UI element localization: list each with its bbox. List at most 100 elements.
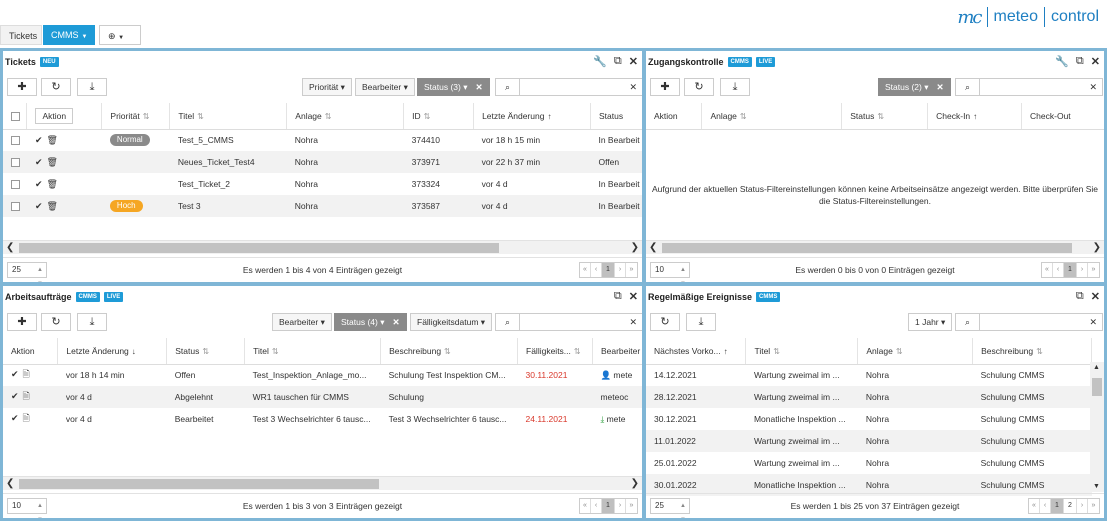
col-title[interactable]: Titel ⇅ [745, 338, 859, 365]
col-editor[interactable]: Bearbeiter [592, 338, 642, 365]
refresh-button[interactable]: ↻ [41, 313, 71, 331]
export-button[interactable]: ⤓ [720, 78, 750, 96]
page-button[interactable]: 1 [602, 499, 615, 513]
range-filter[interactable]: 1 Jahr ▾ [908, 313, 953, 331]
prev-page-button[interactable]: ‹ [591, 263, 602, 277]
trash-icon[interactable]: 🗑 [47, 179, 58, 190]
scroll-down-icon[interactable]: ▼ [1093, 483, 1100, 490]
page-button[interactable]: 2 [1064, 499, 1077, 513]
row-checkbox[interactable] [3, 151, 27, 173]
row-checkbox[interactable] [3, 195, 27, 217]
col-title[interactable]: Titel ⇅ [244, 338, 382, 365]
col-last-change[interactable]: Letzte Änderung ↓ [57, 338, 168, 365]
col-title[interactable]: Titel ⇅ [169, 103, 288, 130]
col-next-occurrence[interactable]: Nächstes Vorko... ↑ [646, 338, 747, 365]
horizontal-scrollbar[interactable]: ❮ ❯ [646, 240, 1104, 254]
clear-search-icon[interactable]: ✕ [629, 314, 637, 330]
scroll-right-icon[interactable]: ❯ [631, 241, 639, 255]
trash-icon[interactable]: 🗑 [47, 157, 58, 168]
check-icon[interactable]: ✔ [11, 369, 19, 380]
scroll-left-icon[interactable]: ❮ [6, 241, 14, 255]
check-icon[interactable]: ✔ [11, 413, 19, 424]
scroll-thumb[interactable] [19, 243, 499, 253]
col-plant[interactable]: Anlage ⇅ [286, 103, 405, 130]
status-filter[interactable]: Status (2) ▾ ✕ [878, 78, 951, 96]
table-row[interactable]: ✔ 🗑 Normal Test_5_CMMS Nohra 374410 vor 1… [3, 129, 642, 151]
close-icon[interactable]: ✕ [1091, 55, 1100, 68]
prev-page-button[interactable]: ‹ [591, 499, 602, 513]
table-row[interactable]: 14.12.2021 Wartung zweimal im ... Nohra … [646, 364, 1092, 386]
export-button[interactable]: ⤓ [77, 78, 107, 96]
page-button[interactable]: 1 [1064, 263, 1077, 277]
last-page-button[interactable]: » [626, 499, 637, 513]
col-last-change[interactable]: Letzte Änderung ↑ [473, 103, 591, 130]
add-button[interactable]: ✚ [7, 313, 37, 331]
vertical-scrollbar[interactable]: ▲ ▼ [1090, 362, 1104, 492]
refresh-button[interactable]: ↻ [41, 78, 71, 96]
table-row[interactable]: 28.12.2021 Wartung zweimal im ... Nohra … [646, 386, 1092, 408]
row-checkbox[interactable] [3, 173, 27, 195]
col-status[interactable]: Status [590, 103, 642, 130]
first-page-button[interactable]: « [1029, 499, 1040, 513]
col-action[interactable]: Aktion [3, 338, 59, 365]
col-action[interactable]: Aktion [646, 103, 703, 130]
refresh-button[interactable]: ↻ [684, 78, 714, 96]
col-priority[interactable]: Priorität ⇅ [101, 103, 171, 130]
table-row[interactable]: ✔ 🗎 vor 4 d Bearbeitet Test 3 Wechselrich… [3, 408, 642, 430]
add-button[interactable]: ✚ [7, 78, 37, 96]
last-page-button[interactable]: » [1088, 499, 1099, 513]
clear-filter-icon[interactable]: ✕ [476, 82, 483, 92]
first-page-button[interactable]: « [580, 499, 591, 513]
col-due-date[interactable]: Fälligkeits... ⇅ [517, 338, 593, 365]
prev-page-button[interactable]: ‹ [1053, 263, 1064, 277]
first-page-button[interactable]: « [1042, 263, 1053, 277]
col-status[interactable]: Status ⇅ [841, 103, 929, 130]
window-restore-icon[interactable]: ⧉ [1076, 290, 1084, 303]
scroll-right-icon[interactable]: ❯ [1093, 241, 1101, 255]
table-row[interactable]: ✔ 🗑 Test_Ticket_2 Nohra 373324 vor 4 d In… [3, 173, 642, 195]
priority-filter[interactable]: Priorität ▾ [302, 78, 352, 96]
check-icon[interactable]: ✔ [35, 201, 43, 212]
clear-filter-icon[interactable]: ✕ [393, 317, 400, 327]
col-check-in[interactable]: Check-In ↑ [927, 103, 1023, 130]
last-page-button[interactable]: » [1088, 263, 1099, 277]
table-row[interactable]: ✔ 🗎 vor 4 d Abgelehnt WR1 tauschen für CM… [3, 386, 642, 408]
action-select[interactable]: Aktion [35, 107, 74, 124]
title-cell[interactable]: Test_Ticket_2 [170, 173, 287, 195]
check-icon[interactable]: ✔ [35, 135, 43, 146]
prev-page-button[interactable]: ‹ [1040, 499, 1051, 513]
scroll-left-icon[interactable]: ❮ [649, 241, 657, 255]
table-row[interactable]: 11.01.2022 Wartung zweimal im ... Nohra … [646, 430, 1092, 452]
last-page-button[interactable]: » [626, 263, 637, 277]
col-description[interactable]: Beschreibung ⇅ [380, 338, 519, 365]
page-button[interactable]: 1 [1051, 499, 1064, 513]
close-icon[interactable]: ✕ [629, 55, 638, 68]
title-cell[interactable]: Wartung zweimal im ... [745, 430, 858, 452]
tab-cmms[interactable]: CMMS ▼ [43, 25, 95, 45]
next-page-button[interactable]: › [1077, 263, 1088, 277]
due-date-filter[interactable]: Fälligkeitsdatum ▾ [410, 313, 493, 331]
horizontal-scrollbar[interactable]: ❮ ❯ [3, 476, 642, 490]
table-row[interactable]: 30.12.2021 Monatliche Inspektion ... Noh… [646, 408, 1092, 430]
title-cell[interactable]: Wartung zweimal im ... [746, 452, 858, 474]
window-restore-icon[interactable]: ⧉ [614, 55, 622, 68]
scroll-up-icon[interactable]: ▲ [1093, 364, 1100, 371]
scroll-right-icon[interactable]: ❯ [631, 477, 639, 491]
col-description[interactable]: Beschreibung ⇅ [972, 338, 1092, 365]
clear-search-icon[interactable]: ✕ [1089, 79, 1097, 95]
document-icon[interactable]: 🗎 [23, 389, 30, 405]
document-icon[interactable]: 🗎 [23, 411, 30, 427]
search-input[interactable]: ⌕ ✕ [955, 313, 1103, 331]
first-page-button[interactable]: « [580, 263, 591, 277]
check-icon[interactable]: ✔ [35, 157, 43, 168]
clear-search-icon[interactable]: ✕ [1089, 314, 1097, 330]
editor-filter[interactable]: Bearbeiter ▾ [355, 78, 415, 96]
status-filter[interactable]: Status (3) ▾ ✕ [417, 78, 490, 96]
trash-icon[interactable]: 🗑 [47, 135, 58, 146]
col-action[interactable]: Aktion [26, 103, 103, 130]
status-filter[interactable]: Status (4) ▾ ✕ [334, 313, 407, 331]
next-page-button[interactable]: › [615, 263, 626, 277]
title-cell[interactable]: Monatliche Inspektion ... [746, 408, 858, 430]
title-cell[interactable]: Test 3 [169, 195, 287, 217]
editor-filter[interactable]: Bearbeiter ▾ [272, 313, 332, 331]
